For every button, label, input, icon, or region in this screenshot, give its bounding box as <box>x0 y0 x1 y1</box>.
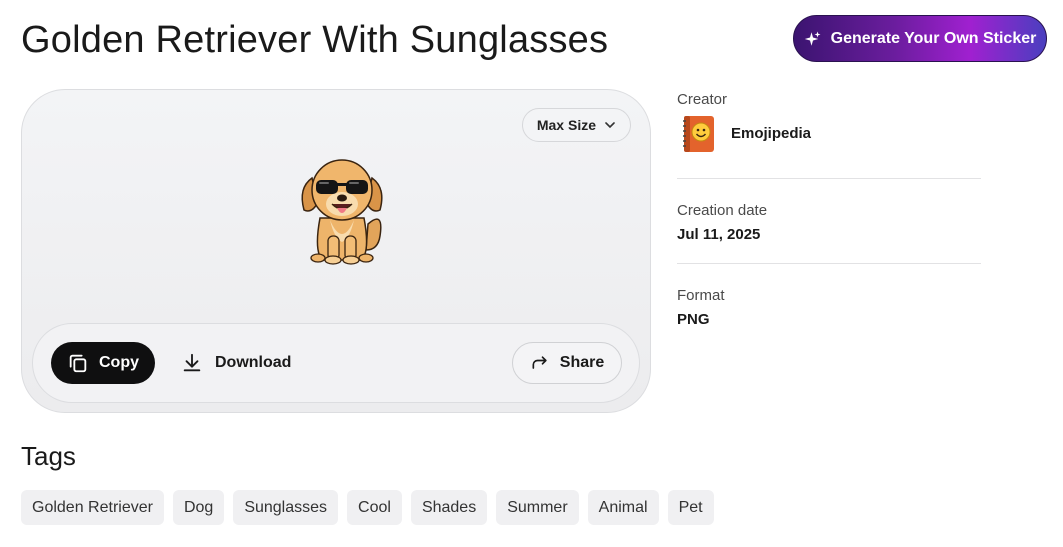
tag-chip[interactable]: Animal <box>587 490 659 525</box>
creation-date-value: Jul 11, 2025 <box>677 226 761 243</box>
sticker-meta: Creator Emojipedia Creation date Jul 11,… <box>677 90 981 330</box>
format-value: PNG <box>677 311 710 328</box>
creator-label: Creator <box>677 91 728 108</box>
share-arrow-icon <box>532 356 547 369</box>
tag-chip[interactable]: Dog <box>172 490 225 525</box>
copy-button[interactable]: Copy <box>51 342 155 384</box>
sticker-preview-card: Max Size Copy Download Share <box>21 89 651 413</box>
download-button[interactable]: Download <box>181 342 291 384</box>
tags-heading: Tags <box>21 441 76 471</box>
tag-chip[interactable]: Pet <box>667 490 714 525</box>
format-section: Format PNG <box>677 264 981 330</box>
chevron-down-icon <box>605 122 615 129</box>
emojipedia-logo-icon <box>683 116 714 152</box>
sparkle-icon <box>804 31 821 46</box>
tag-chip[interactable]: Golden Retriever <box>21 490 164 525</box>
action-bar: Copy Download Share <box>32 323 640 403</box>
creation-date-label: Creation date <box>677 202 768 219</box>
copy-label: Copy <box>99 354 139 371</box>
copy-icon <box>69 354 87 373</box>
creator-link[interactable]: Emojipedia <box>677 114 981 154</box>
size-select[interactable]: Max Size <box>521 108 631 142</box>
download-label: Download <box>215 354 292 371</box>
download-icon <box>183 353 201 372</box>
share-label: Share <box>559 354 605 371</box>
share-button[interactable]: Share <box>512 342 622 384</box>
generate-sticker-button[interactable]: Generate Your Own Sticker <box>793 15 1047 62</box>
sticker-image <box>301 159 383 265</box>
creation-date-section: Creation date Jul 11, 2025 <box>677 179 981 263</box>
creator-name: Emojipedia <box>731 125 812 142</box>
creator-section: Creator Emojipedia <box>677 90 981 178</box>
tag-chip[interactable]: Cool <box>347 490 402 525</box>
format-label: Format <box>677 287 725 304</box>
page-title: Golden Retriever With Sunglasses <box>21 19 609 61</box>
generate-sticker-label: Generate Your Own Sticker <box>830 29 1037 47</box>
tag-chip[interactable]: Shades <box>410 490 488 525</box>
size-select-value: Max Size <box>536 117 596 133</box>
tag-chip[interactable]: Summer <box>496 490 579 525</box>
tag-chip[interactable]: Sunglasses <box>233 490 339 525</box>
tag-list: Golden Retriever Dog Sunglasses Cool Sha… <box>21 490 714 525</box>
